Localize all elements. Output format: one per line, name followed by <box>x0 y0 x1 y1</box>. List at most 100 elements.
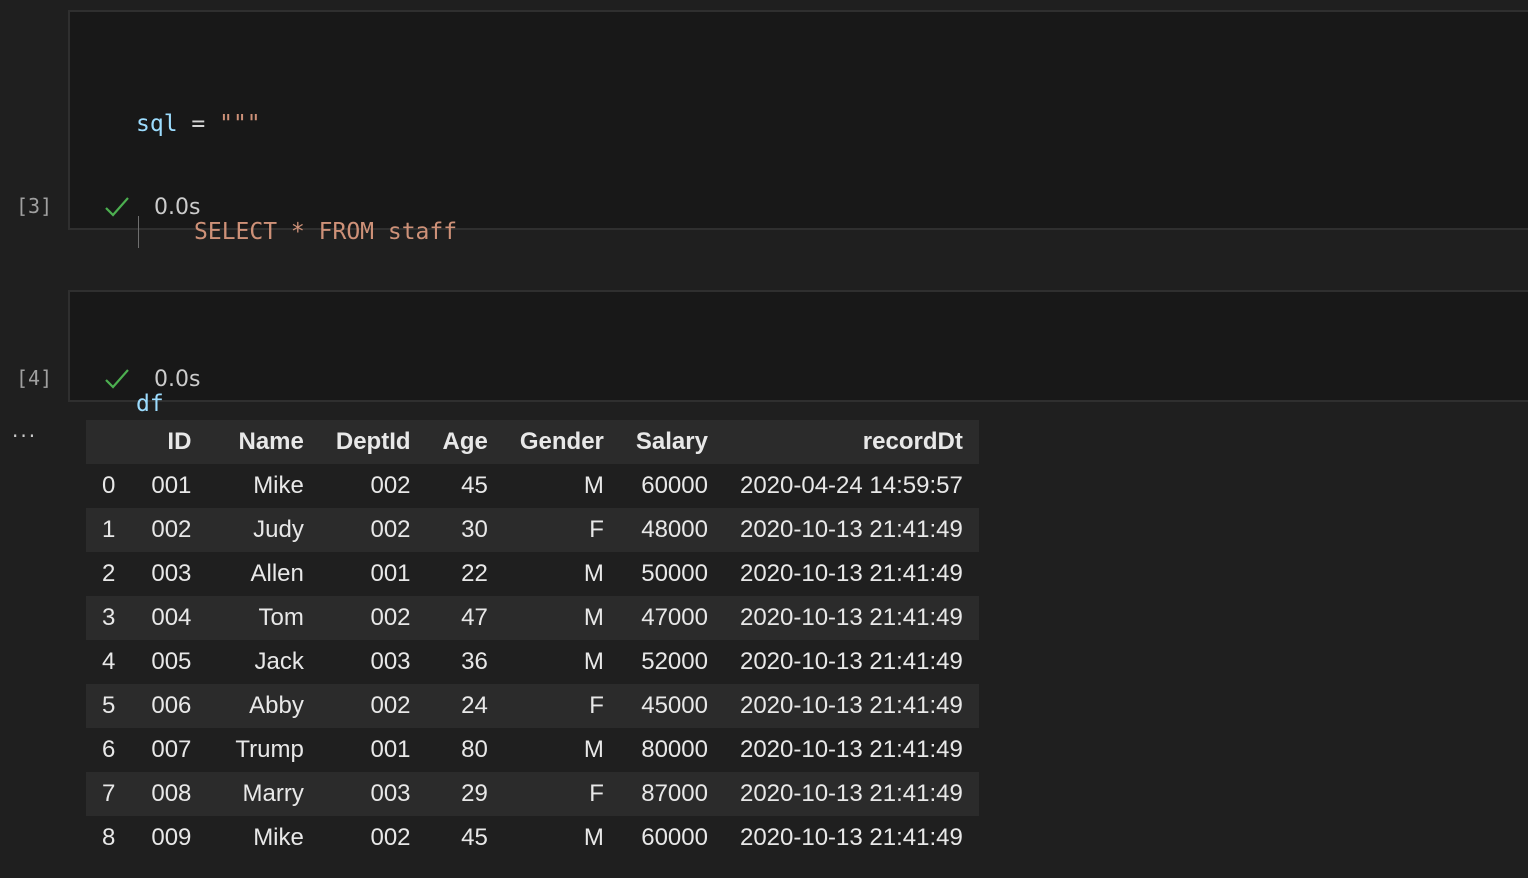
table-cell: 2020-10-13 21:41:49 <box>739 780 963 807</box>
column-header: recordDt <box>723 420 979 464</box>
column-header: Name <box>207 420 320 464</box>
table-row: 7 008 Marry 003 29 F 87000 2020-10-13 21:41:49 <box>86 772 979 816</box>
table-cell: Trump <box>235 736 304 763</box>
row-index: 8 <box>102 824 116 851</box>
table-cell: Mike <box>253 824 304 851</box>
table-cell: 47 <box>461 604 488 631</box>
table-cell: Jack <box>254 648 304 675</box>
table-cell: 60000 <box>641 472 708 499</box>
table-cell: 45 <box>461 472 488 499</box>
table-cell: 50000 <box>641 560 708 587</box>
table-row: 1 002 Judy 002 30 F 48000 2020-10-13 21:41:49 <box>86 508 979 552</box>
table-cell: 006 <box>151 692 192 719</box>
table-cell: 30 <box>461 516 488 543</box>
table-cell: 24 <box>461 692 488 719</box>
execution-duration: 0.0s <box>154 194 201 220</box>
table-cell: 87000 <box>641 780 708 807</box>
table-cell: M <box>583 736 604 763</box>
check-icon <box>105 197 129 217</box>
table-cell: M <box>583 648 604 675</box>
column-header: Age <box>426 420 504 464</box>
table-cell: Tom <box>258 604 304 631</box>
column-header <box>86 420 132 464</box>
table-cell: 002 <box>370 692 411 719</box>
table-header-row: ID Name DeptId Age Gender Salary recordD… <box>86 420 979 464</box>
column-header: ID <box>131 420 208 464</box>
table-row: 2 003 Allen 001 22 M 50000 2020-10-13 21:41:49 <box>86 552 979 596</box>
table-cell: 003 <box>370 648 411 675</box>
table-cell: 60000 <box>641 824 708 851</box>
table-cell: 47000 <box>641 604 708 631</box>
table-cell: 2020-04-24 14:59:57 <box>739 472 963 499</box>
table-cell: 003 <box>370 780 411 807</box>
row-index: 0 <box>102 472 116 499</box>
row-index: 5 <box>102 692 116 719</box>
row-index: 6 <box>102 736 116 763</box>
table-cell: Mike <box>253 472 304 499</box>
row-index: 2 <box>102 560 116 587</box>
code-token: = <box>177 111 220 137</box>
output-more-icon[interactable]: ... <box>12 418 37 442</box>
table-cell: 2020-10-13 21:41:49 <box>739 560 963 587</box>
table-cell: 22 <box>461 560 488 587</box>
table-cell: 001 <box>370 560 411 587</box>
code-token: sql <box>136 111 178 137</box>
code-token: SELECT * FROM staff <box>194 219 458 245</box>
check-icon <box>105 369 129 389</box>
row-index: 7 <box>102 780 116 807</box>
table-cell: 2020-10-13 21:41:49 <box>739 516 963 543</box>
execution-duration: 0.0s <box>154 366 201 392</box>
code-token: """ <box>219 111 261 137</box>
table-cell: 29 <box>461 780 488 807</box>
table-row: 5 006 Abby 002 24 F 45000 2020-10-13 21:41:49 <box>86 684 979 728</box>
table-cell: 2020-10-13 21:41:49 <box>739 736 963 763</box>
table-cell: 008 <box>151 780 192 807</box>
table-cell: 2020-10-13 21:41:49 <box>739 824 963 851</box>
table-cell: 2020-10-13 21:41:49 <box>739 604 963 631</box>
row-index: 3 <box>102 604 116 631</box>
table-cell: 001 <box>370 736 411 763</box>
table-cell: 002 <box>370 604 411 631</box>
column-header: Salary <box>619 420 724 464</box>
table-body: 0 001 Mike 002 45 M 60000 2020-04-24 14:59:57 1 0… <box>86 464 979 860</box>
execution-count: [3] <box>16 194 53 218</box>
table-cell: 002 <box>370 824 411 851</box>
code-cell-3[interactable]: sql = """ SELECT * FROM staff """ df = p… <box>68 10 1528 461</box>
table-cell: M <box>583 824 604 851</box>
table-cell: 52000 <box>641 648 708 675</box>
table-row: 0 001 Mike 002 45 M 60000 2020-04-24 14:59:57 <box>86 464 979 508</box>
table-cell: 36 <box>461 648 488 675</box>
row-index: 1 <box>102 516 116 543</box>
execution-count: [4] <box>16 366 53 390</box>
table-cell: Abby <box>249 692 304 719</box>
table-cell: 80000 <box>641 736 708 763</box>
table-cell: 004 <box>151 604 192 631</box>
table-cell: 002 <box>370 472 411 499</box>
table-row: 3 004 Tom 002 47 M 47000 2020-10-13 21:41:49 <box>86 596 979 640</box>
table-row: 4 005 Jack 003 36 M 52000 2020-10-13 21:41:49 <box>86 640 979 684</box>
table-cell: 002 <box>370 516 411 543</box>
table-cell: F <box>589 780 604 807</box>
table-cell: 003 <box>151 560 192 587</box>
column-header: DeptId <box>319 420 427 464</box>
code-cell-4[interactable]: df 0.0s <box>68 290 1528 417</box>
table-cell: 007 <box>151 736 192 763</box>
table-cell: 48000 <box>641 516 708 543</box>
table-cell: M <box>583 604 604 631</box>
table-cell: F <box>589 516 604 543</box>
table-cell: Judy <box>253 516 304 543</box>
table-cell: 45000 <box>641 692 708 719</box>
table-cell: Allen <box>250 560 304 587</box>
row-index: 4 <box>102 648 116 675</box>
cell-status: 0.0s <box>102 192 200 222</box>
table-cell: 80 <box>461 736 488 763</box>
column-header: Gender <box>503 420 620 464</box>
table-cell: 009 <box>151 824 192 851</box>
table-cell: 45 <box>461 824 488 851</box>
code-token: df <box>136 391 164 417</box>
table-row: 8 009 Mike 002 45 M 60000 2020-10-13 21:41:49 <box>86 816 979 860</box>
dataframe-table: ID Name DeptId Age Gender Salary recordD… <box>86 420 979 860</box>
table-cell: 2020-10-13 21:41:49 <box>739 692 963 719</box>
table-cell: 001 <box>151 472 192 499</box>
table-row: 6 007 Trump 001 80 M 80000 2020-10-13 21:41:49 <box>86 728 979 772</box>
